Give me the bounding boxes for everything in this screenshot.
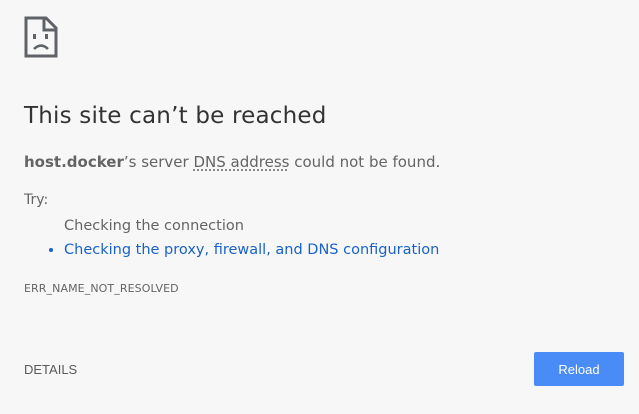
error-summary: host.docker’s server DNS address could n… (24, 153, 440, 171)
error-page: This site can’t be reached host.docker’s… (0, 0, 639, 414)
suggestions-list: Checking the connection Checking the pro… (24, 214, 439, 262)
details-button[interactable]: DETAILS (24, 362, 77, 377)
suggestion-check-connection: Checking the connection (64, 218, 244, 234)
try-label: Try: (24, 192, 49, 208)
check-proxy-link[interactable]: Checking the proxy, firewall, and DNS co… (64, 242, 439, 258)
summary-middle: ’s server (123, 153, 194, 171)
sad-document-icon (24, 16, 58, 58)
host-name: host.docker (24, 153, 124, 171)
error-code: ERR_NAME_NOT_RESOLVED (24, 282, 179, 295)
suggestion-check-proxy[interactable]: Checking the proxy, firewall, and DNS co… (64, 238, 439, 262)
page-title: This site can’t be reached (24, 103, 327, 129)
dns-address-abbr: DNS address (193, 153, 290, 171)
summary-end: could not be found. (289, 153, 441, 171)
reload-button[interactable]: Reload (534, 352, 624, 386)
